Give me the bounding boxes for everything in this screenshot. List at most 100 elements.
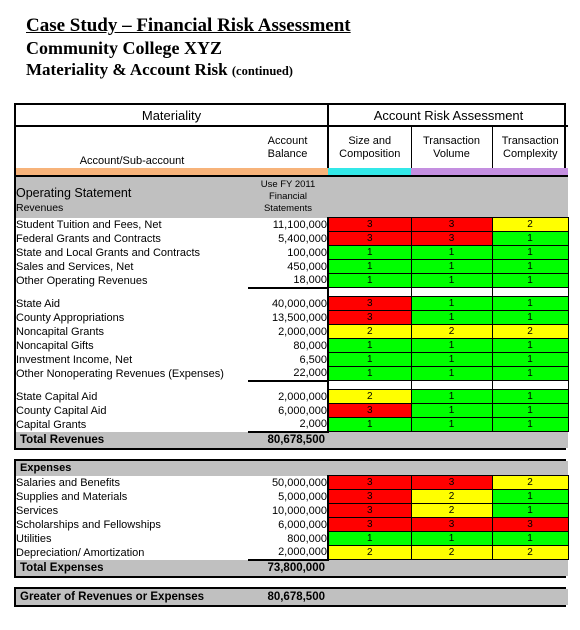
row-size-composition-score: 1 (327, 417, 412, 432)
row-size-composition-score: 3 (327, 517, 412, 532)
table-row: Investment Income, Net 6,500 1 1 1 (16, 352, 569, 367)
row-transaction-complexity-score: 1 (491, 417, 569, 432)
spacer-account (16, 287, 248, 297)
row-transaction-complexity-score: 1 (491, 403, 569, 418)
row-account-name: Other Nonoperating Revenues (Expenses) (16, 367, 224, 380)
header-transaction-volume: Transaction Volume (410, 126, 492, 168)
continued-note: (continued) (231, 64, 293, 78)
row-account-balance: 2,000,000 (248, 545, 329, 561)
header-volume-line1: Transaction (422, 134, 481, 147)
spacer-balance (248, 380, 329, 390)
header-group-risk: Account Risk Assessment (328, 105, 568, 127)
row-spacer (16, 380, 569, 390)
row-account-name: Scholarships and Fellowships (16, 518, 161, 531)
section-title-text: Materiality & Account Risk (26, 60, 228, 79)
row-transaction-complexity-score: 1 (491, 296, 569, 311)
row-spacer (16, 287, 569, 297)
row-account-balance: 6,000,000 (248, 403, 329, 418)
row-account-balance: 13,500,000 (248, 310, 329, 325)
revenues-rows: Student Tuition and Fees, Net 11,100,000 3… (16, 217, 569, 433)
accent-bar-row (16, 168, 568, 177)
header-account: Account/Sub-account (79, 155, 185, 167)
total-expenses-filler (328, 559, 569, 576)
row-account-name: County Appropriations (16, 311, 125, 324)
total-expenses-row: Total Expenses 73,800,000 (16, 559, 569, 576)
row-account-name: State Aid (16, 297, 61, 310)
row-account-balance: 18,000 (248, 273, 329, 289)
total-expenses-label: Total Expenses (16, 559, 248, 576)
row-account-balance: 40,000,000 (248, 296, 329, 311)
row-transaction-complexity-score: 1 (491, 389, 569, 404)
row-transaction-volume-score: 3 (410, 217, 493, 232)
accent-size-composition (328, 168, 411, 177)
operating-statement-band: Operating Statement Revenues Use FY 2011… (16, 176, 568, 218)
row-size-composition-score: 3 (327, 503, 412, 518)
row-size-composition-score: 3 (327, 231, 412, 246)
greater-of-block: Greater of Revenues or Expenses 80,678,5… (14, 586, 568, 607)
row-size-composition-score: 1 (327, 259, 412, 274)
header-balance-line2: Balance (267, 147, 308, 160)
row-account-name: Utilities (16, 532, 52, 545)
row-transaction-volume-score: 1 (410, 245, 493, 260)
row-account-name: Noncapital Grants (16, 325, 105, 338)
header-size-line1: Size and (348, 134, 392, 147)
accent-transaction-volume (411, 168, 492, 177)
row-transaction-volume-score: 3 (410, 231, 493, 246)
spacer-account (16, 380, 248, 390)
operating-statement-heading: Operating Statement Revenues (16, 176, 248, 218)
table-row: Sales and Services, Net 450,000 1 1 1 (16, 259, 569, 274)
row-size-composition-score: 2 (327, 545, 412, 560)
row-transaction-volume-score: 2 (410, 324, 493, 339)
page-subtitle: Community College XYZ (26, 38, 222, 58)
row-account-balance: 22,000 (248, 366, 329, 382)
table-row: Noncapital Gifts 80,000 1 1 1 (16, 338, 569, 353)
greater-of-label: Greater of Revenues or Expenses (16, 588, 248, 605)
row-size-composition-score: 3 (327, 403, 412, 418)
block-spacer-1 (14, 450, 566, 459)
table-row: State Aid 40,000,000 3 1 1 (16, 296, 569, 311)
row-size-composition-score: 3 (327, 489, 412, 504)
row-account-balance: 2,000 (248, 417, 329, 433)
band-filler-volume (411, 176, 492, 218)
table-row: Noncapital Grants 2,000,000 2 2 2 (16, 324, 569, 339)
expenses-label: Expenses (20, 461, 72, 474)
table-row: Capital Grants 2,000 1 1 1 (16, 417, 569, 433)
row-transaction-complexity-score: 1 (491, 352, 569, 367)
page-title: Case Study – Financial Risk Assessment (26, 15, 351, 36)
row-transaction-complexity-score: 1 (491, 531, 569, 546)
row-transaction-volume-score: 1 (410, 338, 493, 353)
expenses-table: Expenses Salaries and Benefits 50,000,000… (16, 460, 569, 576)
row-size-composition-score: 2 (327, 389, 412, 404)
header-complexity-line2: Complexity (503, 147, 558, 160)
row-account-name: Noncapital Gifts (16, 339, 94, 352)
row-account-balance: 5,000,000 (248, 489, 329, 504)
row-account-name: Capital Grants (16, 418, 87, 431)
row-transaction-volume-score: 1 (410, 310, 493, 325)
header-group-materiality: Materiality (16, 105, 329, 127)
row-account-balance: 100,000 (248, 245, 329, 260)
header-volume-line2: Volume (433, 147, 470, 160)
page-section-title: Materiality & Account Risk (continued) (26, 59, 556, 82)
header-size-line2: Composition (339, 147, 401, 160)
row-transaction-volume-score: 1 (410, 352, 493, 367)
table-row: Depreciation/ Amortization 2,000,000 2 2 2 (16, 545, 569, 561)
row-account-balance: 2,000,000 (248, 389, 329, 404)
row-transaction-complexity-score: 1 (491, 245, 569, 260)
greater-of-filler (328, 588, 568, 605)
row-transaction-volume-score: 1 (410, 259, 493, 274)
fiscal-year-note: Use FY 2011 Financial Statements (248, 176, 328, 218)
row-account-balance: 10,000,000 (248, 503, 329, 518)
total-revenues-filler (328, 431, 568, 448)
row-size-composition-score: 3 (327, 217, 412, 232)
header-transaction-complexity: Transaction Complexity (491, 126, 568, 168)
band-filler-complexity (492, 176, 568, 218)
row-size-composition-score: 3 (327, 310, 412, 325)
table-row: Supplies and Materials 5,000,000 3 2 1 (16, 489, 569, 504)
revenues-label: Revenues (16, 201, 64, 214)
row-transaction-volume-score: 1 (410, 531, 493, 546)
total-revenues-row: Total Revenues 80,678,500 (16, 431, 568, 448)
row-size-composition-score: 2 (327, 324, 412, 339)
row-transaction-complexity-score: 2 (491, 217, 569, 232)
total-revenues-label: Total Revenues (16, 431, 248, 448)
row-account-balance: 5,400,000 (248, 231, 329, 246)
